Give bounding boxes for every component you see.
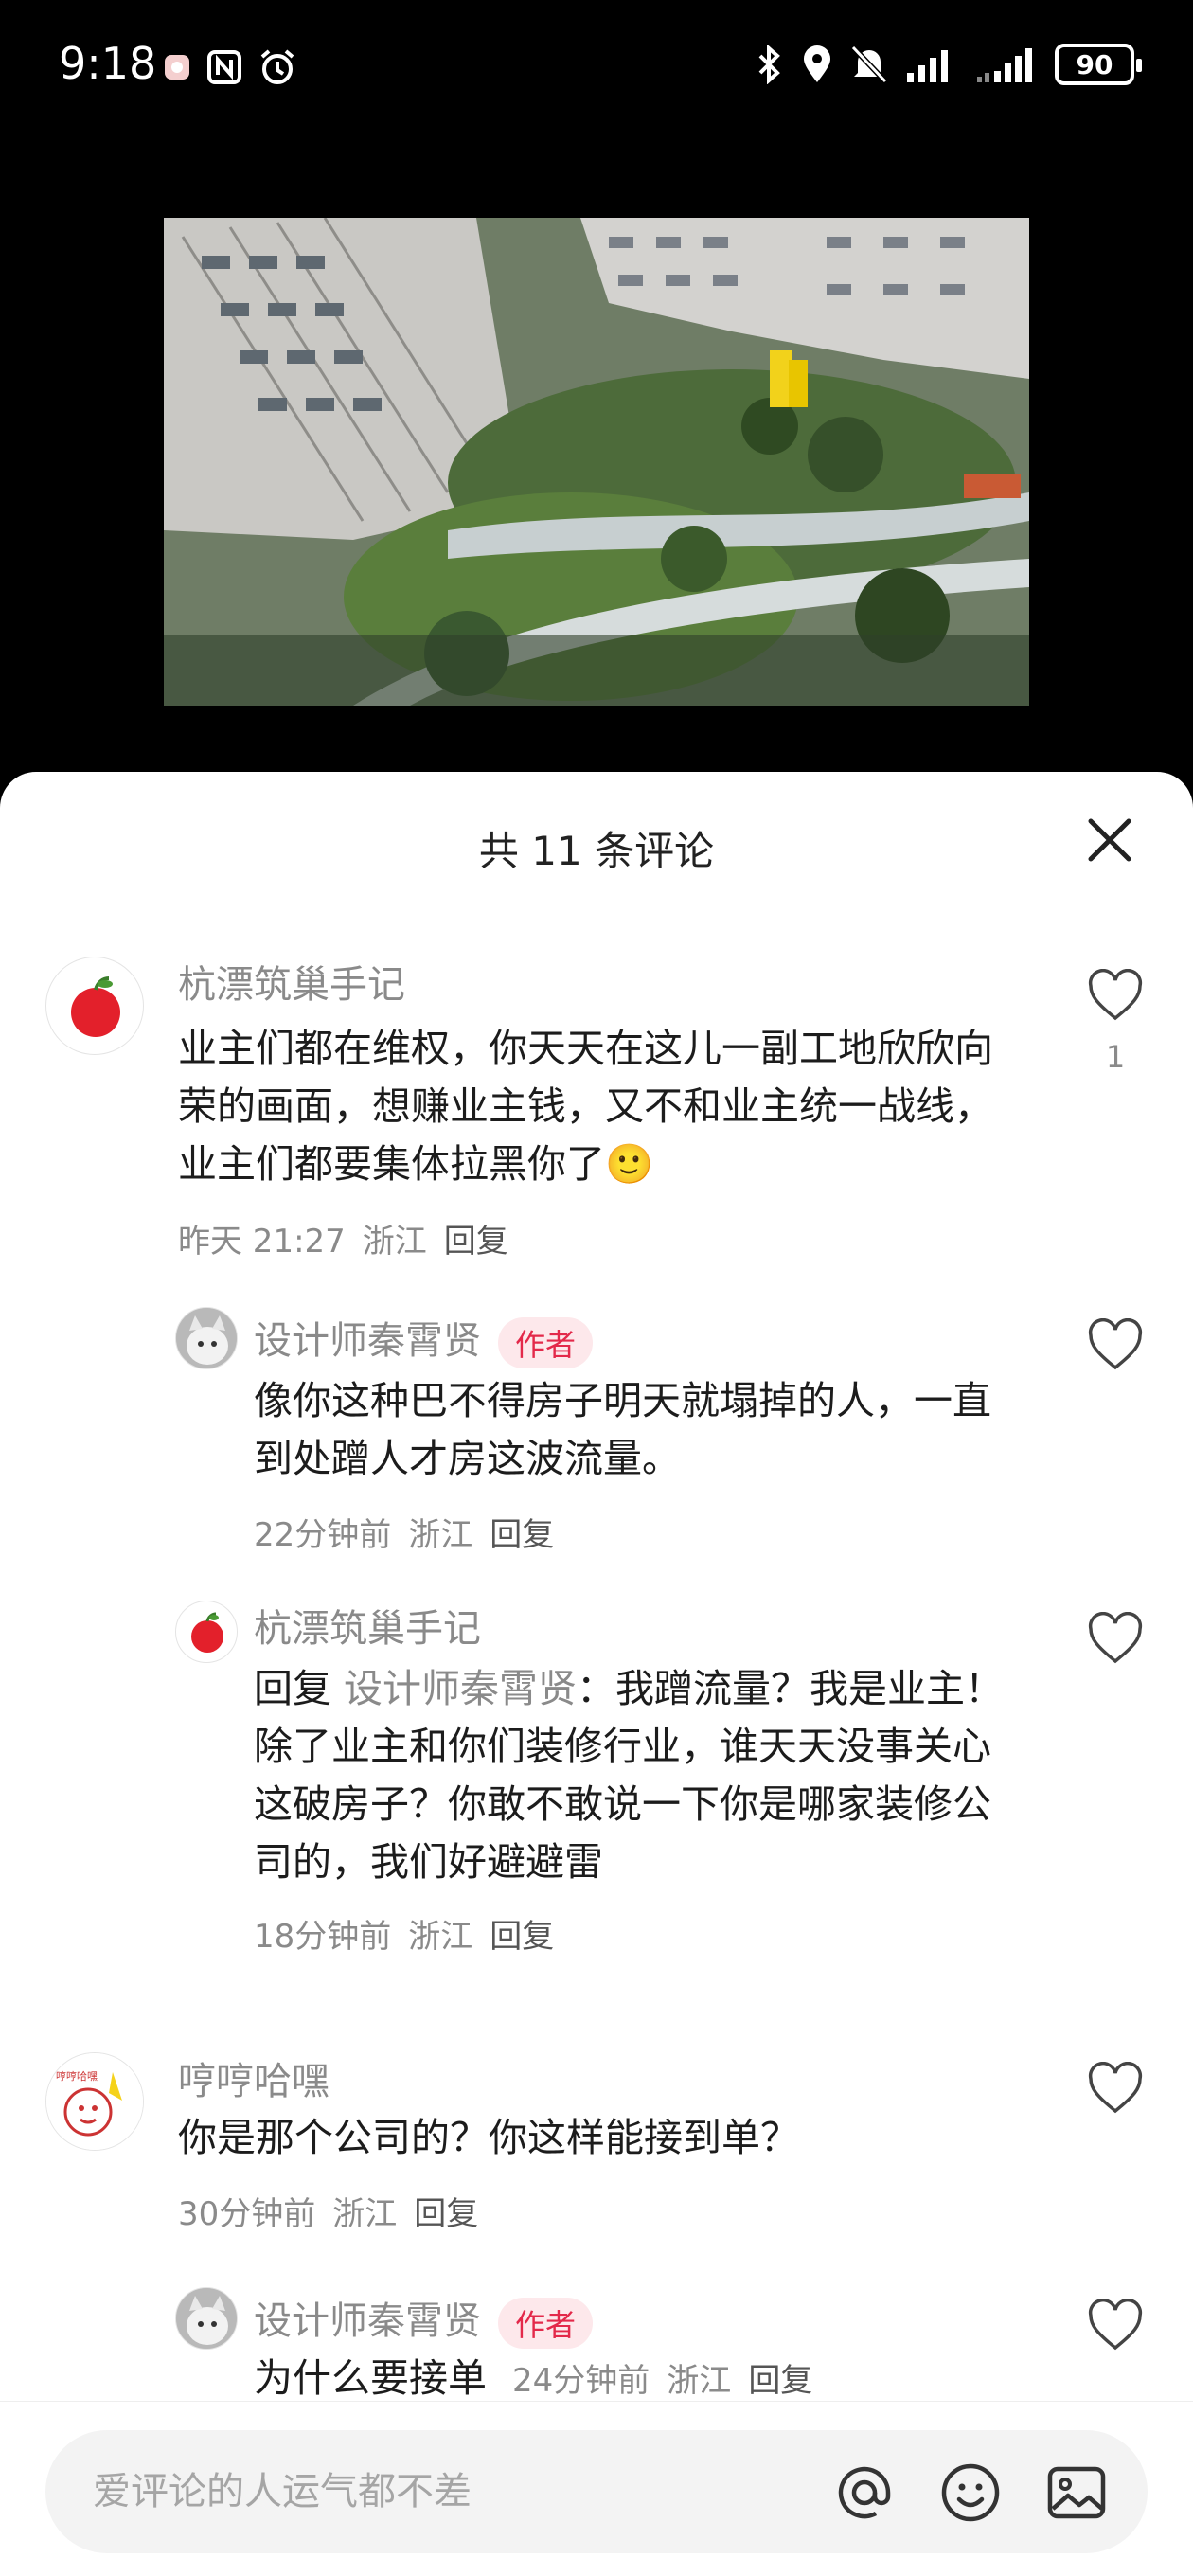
apple-avatar-icon <box>71 976 120 1037</box>
nfc-icon <box>207 50 241 84</box>
video-thumbnail-image <box>164 218 1029 706</box>
comment-meta: 24分钟前 浙江 回复 <box>512 2362 829 2400</box>
author-name: 设计师秦霄贤 <box>254 1319 481 1363</box>
alarm-icon <box>260 49 294 84</box>
video-player[interactable] <box>164 218 1029 706</box>
reply-button[interactable]: 回复 <box>490 1516 554 1554</box>
battery-indicator: 90 <box>1055 44 1142 85</box>
comment-text: 你是那个公司的？你这样能接到单？ <box>178 2115 799 2160</box>
reply-prefix: 回复 <box>254 1666 331 1711</box>
cat-avatar-icon <box>176 2288 237 2349</box>
comment-meta: 22分钟前 浙江 回复 <box>254 1509 571 1555</box>
at-icon[interactable] <box>833 2461 896 2524</box>
comment-location: 浙江 <box>667 2362 732 2400</box>
cartoon-avatar-icon: 哼哼哈嘿 <box>46 2053 143 2150</box>
cat-avatar-icon <box>176 1308 237 1368</box>
comment-text: 业主们都在维权，你天天在这儿一副工地欣欣向荣的画面，想赚业主钱，又不和业主统一战… <box>178 1026 993 1187</box>
status-time: 9:18 <box>59 38 157 89</box>
heart-outline-icon[interactable] <box>1087 2062 1144 2115</box>
reply-button[interactable]: 回复 <box>490 1918 554 1956</box>
status-right-icons: 90 <box>756 44 1142 85</box>
comment-location: 浙江 <box>332 2195 398 2233</box>
apple-avatar-icon <box>191 1612 223 1653</box>
comment-author[interactable]: 杭漂筑巢手记 <box>254 1598 481 1653</box>
comment-location: 浙江 <box>408 1516 473 1554</box>
image-icon[interactable] <box>1045 2461 1108 2524</box>
comment-input-bar <box>0 2401 1193 2576</box>
comment-input[interactable] <box>93 2430 812 2553</box>
heart-outline-icon[interactable] <box>1087 969 1144 1022</box>
svg-text:哼哼哈嘿: 哼哼哈嘿 <box>56 2069 98 2083</box>
comment-body: 为什么要接单 <box>254 2355 487 2401</box>
author-badge: 作者 <box>498 1317 594 1368</box>
heart-outline-icon[interactable] <box>1087 1318 1144 1371</box>
close-icon[interactable] <box>1081 812 1138 868</box>
reply-button[interactable]: 回复 <box>444 1223 508 1261</box>
avatar[interactable] <box>175 1601 238 1663</box>
battery-level: 90 <box>1076 48 1113 80</box>
heart-outline-icon[interactable] <box>1087 2299 1144 2352</box>
comments-title: 共 11 条评论 <box>478 828 715 874</box>
reply-button[interactable]: 回复 <box>748 2362 812 2400</box>
comment-text: 像你这种巴不得房子明天就塌掉的人，一直到处蹭人才房这波流量。 <box>254 1378 991 1481</box>
heart-outline-icon[interactable] <box>1087 1612 1144 1665</box>
reply-button[interactable]: 回复 <box>414 2195 478 2233</box>
avatar[interactable] <box>45 957 144 1055</box>
avatar[interactable]: 哼哼哈嘿 <box>45 2052 144 2151</box>
comment-time: 24分钟前 <box>512 2362 650 2400</box>
comment-meta: 18分钟前 浙江 回复 <box>254 1910 571 1957</box>
comment-meta: 昨天 21:27 浙江 回复 <box>178 1215 525 1261</box>
comments-sheet: 共 11 条评论 杭漂筑巢手记 业主们都在维权，你天天在这儿一副工地欣欣向荣的画… <box>0 772 1193 2576</box>
comment-time: 18分钟前 <box>254 1918 392 1956</box>
avatar[interactable] <box>175 2287 238 2350</box>
comment-time: 昨天 21:27 <box>178 1223 346 1261</box>
comment-author[interactable]: 杭漂筑巢手记 <box>178 954 405 1009</box>
comment-location: 浙江 <box>408 1918 473 1956</box>
app-notification-icon <box>165 55 189 80</box>
comment-author[interactable]: 哼哼哈嘿 <box>178 2050 329 2105</box>
smile-icon[interactable] <box>939 2461 1002 2524</box>
signal-icon <box>907 50 948 82</box>
comment-time: 22分钟前 <box>254 1516 392 1554</box>
comment-author[interactable]: 设计师秦霄贤 作者 <box>254 1310 594 1368</box>
bluetooth-icon <box>758 45 780 84</box>
author-badge: 作者 <box>498 2298 594 2349</box>
comment-location: 浙江 <box>362 1223 427 1261</box>
mute-icon <box>850 45 888 84</box>
mention-link[interactable]: 设计师秦霄贤 <box>344 1666 577 1711</box>
signal-2-icon <box>977 48 1032 82</box>
author-name: 设计师秦霄贤 <box>254 2299 481 2343</box>
comment-input-container[interactable] <box>45 2430 1148 2553</box>
status-bar: 9:18 90 <box>0 0 1193 133</box>
comment-author[interactable]: 设计师秦霄贤 作者 <box>254 2290 594 2349</box>
like-count: 1 <box>1105 1039 1126 1075</box>
status-left-icons <box>163 47 297 87</box>
comment-time: 30分钟前 <box>178 2195 316 2233</box>
comment-meta: 30分钟前 浙江 回复 <box>178 2188 495 2234</box>
avatar[interactable] <box>175 1307 238 1369</box>
location-icon <box>804 45 830 82</box>
comment-text: 回复 设计师秦霄贤：我蹭流量？我是业主！除了业主和你们装修行业，谁天天没事关心这… <box>254 1660 1021 1891</box>
